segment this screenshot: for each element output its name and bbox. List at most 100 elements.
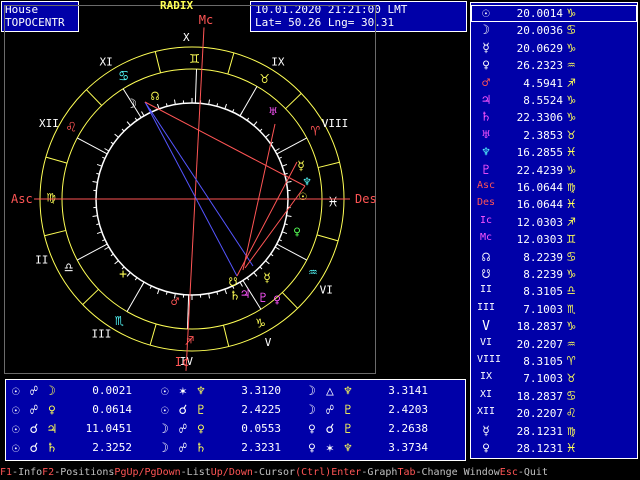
degree-tick xyxy=(270,253,274,257)
planet-row[interactable]: ☉ 20.0014 ♑ xyxy=(471,5,637,22)
aspect-entry[interactable]: ♀ ✶ ♆ 3.3734 xyxy=(308,440,458,456)
aspect-entry[interactable]: ☽ ☍ ♄ 2.3231 xyxy=(161,440,311,456)
planet-on-wheel-icon[interactable]: ♀ xyxy=(273,293,281,308)
zodiac-sign-icon: ♊ xyxy=(567,231,576,248)
planet-on-wheel-icon[interactable]: ♄ xyxy=(231,289,239,304)
hotkey-label[interactable]: F1 xyxy=(0,467,12,478)
aspect-entry[interactable]: ☉ ✶ ♆ 3.3120 xyxy=(161,383,311,399)
planet-row[interactable]: ☿ 28.1231 ♍ xyxy=(471,423,637,440)
house-cusp-line xyxy=(276,243,308,261)
planet-on-wheel-icon[interactable]: + xyxy=(119,267,127,282)
planet-on-wheel-icon[interactable]: ♃ xyxy=(241,287,249,302)
planet-row[interactable]: XI 18.2837 ♋ xyxy=(471,388,637,405)
planet-row[interactable]: ☊ 8.2239 ♋ xyxy=(471,249,637,266)
aspect-entry[interactable]: ☽ ☍ ♇ 2.4203 xyxy=(308,402,458,418)
planet-row[interactable]: VIII 8.3105 ♈ xyxy=(471,353,637,370)
planet-row[interactable]: VI 20.2207 ♒ xyxy=(471,336,637,353)
planet-on-wheel-icon[interactable]: ♆ xyxy=(303,175,311,190)
planet-row[interactable]: Des 16.0644 ♓ xyxy=(471,196,637,213)
hotkey-label[interactable]: F2 xyxy=(42,467,54,478)
planet-on-wheel-icon[interactable]: ♀ xyxy=(293,225,301,240)
planet-degree: 16.0644 xyxy=(516,198,563,212)
aspect-line xyxy=(144,101,306,187)
planet-degree: 20.0014 xyxy=(516,7,563,20)
planet-on-wheel-icon[interactable]: ☊ xyxy=(151,89,159,104)
planet-row[interactable]: XII 20.2207 ♌ xyxy=(471,405,637,422)
chart-wheel-frame[interactable]: ♍ ♌ ♋ ♊ ♉ ♈ ♓ ♒ ♑ ♐ ♏ ♎ II III IV V VI VIII IX X XI XII Asc Des… xyxy=(4,5,377,375)
aspects-table[interactable]: ☉ ☍ ☽ 0.0021 ☉ ✶ ♆ 3.3120 ☽ △ ♆ 3.3141 ☉ ☍ ♀ 0.0614 ☉ ☌ ♇ 2… xyxy=(5,379,466,461)
aspect-entry[interactable]: ☉ ☍ ☽ 0.0021 xyxy=(12,383,162,399)
hotkey-label[interactable]: Esc xyxy=(500,467,518,478)
aspect-planet1-icon: ☽ xyxy=(161,422,169,437)
aspect-planet2-icon: ♇ xyxy=(344,422,352,437)
planet-on-wheel-icon[interactable]: ☋ xyxy=(229,275,237,290)
planet-positions-list[interactable]: ☉ 20.0014 ♑ ☽ 20.0036 ♋ ☿ 20.0629 ♑ ♀ 26.2323 ♒ ♂ 4.5… xyxy=(470,2,638,459)
planet-on-wheel-icon[interactable]: ☿ xyxy=(297,159,305,174)
degree-tick xyxy=(274,148,280,152)
planet-row[interactable]: ☽ 20.0036 ♋ xyxy=(471,22,637,39)
aspect-entry[interactable]: ☉ ☌ ♄ 2.3252 xyxy=(12,440,162,456)
aspect-type-icon: ☍ xyxy=(30,384,38,399)
zodiac-sign-icon: ♈ xyxy=(567,353,576,369)
sign-divider xyxy=(82,288,99,305)
planet-row[interactable]: ♂ 4.5941 ♐ xyxy=(471,75,637,92)
planet-row[interactable]: IX 7.1003 ♉ xyxy=(471,370,637,387)
planet-row[interactable]: Mc 12.0303 ♊ xyxy=(471,231,637,248)
aspect-entry[interactable]: ☉ ☌ ♇ 2.4225 xyxy=(161,402,311,418)
zodiac-sign-icon: ♍ xyxy=(47,188,56,206)
planet-degree: 8.5524 xyxy=(523,94,563,107)
planet-on-wheel-icon[interactable]: ♂ xyxy=(171,295,179,310)
hotkey-label[interactable]: PgUp/PgDown xyxy=(114,467,180,478)
house-5-icon: V xyxy=(482,319,490,335)
hotkey-label[interactable]: Tab xyxy=(397,467,415,478)
planet-degree: 22.4239 xyxy=(516,163,563,177)
planet-row[interactable]: II 8.3105 ♎ xyxy=(471,283,637,300)
sign-divider xyxy=(227,52,235,75)
aspect-entry[interactable]: ☉ ☌ ♃ 11.0451 xyxy=(12,421,162,437)
planet-row[interactable]: ♄ 22.3306 ♑ xyxy=(471,109,637,126)
zodiac-sign-icon: ♋ xyxy=(567,248,576,265)
aspect-entry[interactable]: ♀ ☌ ♇ 2.2638 xyxy=(308,421,458,437)
sign-divider xyxy=(285,93,302,110)
planet-on-wheel-icon[interactable]: ♅ xyxy=(269,105,277,120)
planet-degree: 20.0629 xyxy=(516,41,563,55)
aspect-orb: 2.3252 xyxy=(92,441,132,454)
planet-row[interactable]: III 7.1003 ♏ xyxy=(471,301,637,318)
zodiac-sign-icon: ♌ xyxy=(67,117,76,135)
planet-degree: 12.0303 xyxy=(516,215,563,229)
planet-row[interactable]: Ic 12.0303 ♐ xyxy=(471,214,637,231)
planet-row[interactable]: ☋ 8.2239 ♑ xyxy=(471,266,637,283)
planet-row[interactable]: ☿ 20.0629 ♑ xyxy=(471,40,637,57)
degree-tick xyxy=(114,133,119,138)
aspect-type-icon: ☍ xyxy=(326,403,334,418)
chart-wheel[interactable]: ♍♌♋♊♉♈♓♒♑♐♏♎IIIIIIVVVIVIIIIXXXIXIIAsc Des… xyxy=(5,6,377,375)
hotkey-label[interactable]: Up/Down xyxy=(211,467,253,478)
planet-row[interactable]: ♅ 2.3853 ♉ xyxy=(471,127,637,144)
planet-on-wheel-icon[interactable]: ☿ xyxy=(263,271,271,286)
house-number-label: X xyxy=(183,31,190,44)
planet-row[interactable]: ♀ 26.2323 ♒ xyxy=(471,57,637,74)
degree-tick xyxy=(126,272,131,277)
degree-tick xyxy=(274,246,280,250)
aspect-orb: 0.0614 xyxy=(92,403,132,416)
aspect-entry[interactable]: ☉ ☍ ♀ 0.0614 xyxy=(12,402,162,418)
planet-row[interactable]: ♀ 28.1231 ♓ xyxy=(471,440,637,457)
degree-tick xyxy=(253,121,258,126)
south-node-icon: ☋ xyxy=(482,267,490,282)
selena-icon: ♀ xyxy=(482,441,490,456)
zodiac-sign-icon: ♓ xyxy=(567,144,576,161)
planet-on-wheel-icon[interactable]: ☽ xyxy=(129,97,137,112)
aspect-entry[interactable]: ☽ ☍ ♀ 0.0553 xyxy=(161,421,311,437)
degree-tick xyxy=(286,180,292,183)
planet-row[interactable]: V 18.2837 ♑ xyxy=(471,318,637,335)
planet-row[interactable]: ♃ 8.5524 ♑ xyxy=(471,92,637,109)
hotkey-label[interactable]: (Ctrl)Enter xyxy=(295,467,361,478)
degree-tick xyxy=(286,215,292,218)
planet-row[interactable]: ♆ 16.2855 ♓ xyxy=(471,144,637,161)
planet-on-wheel-icon[interactable]: ♇ xyxy=(259,291,267,306)
house-number-label: V xyxy=(265,336,272,349)
aspect-entry[interactable]: ☽ △ ♆ 3.3141 xyxy=(308,383,458,399)
planet-row[interactable]: Asc 16.0644 ♍ xyxy=(471,179,637,196)
planet-on-wheel-icon[interactable]: ☉ xyxy=(299,189,307,204)
planet-row[interactable]: ♇ 22.4239 ♑ xyxy=(471,162,637,179)
